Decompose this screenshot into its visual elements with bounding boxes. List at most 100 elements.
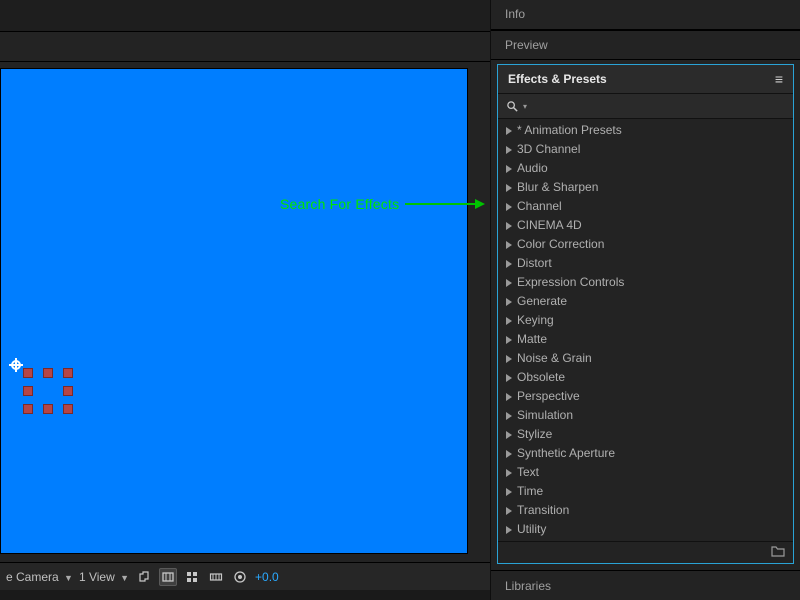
effects-category-list: * Animation Presets 3D Channel Audio Blur &…	[498, 119, 793, 541]
snapshot-icon[interactable]	[231, 568, 249, 586]
effects-category-item[interactable]: Perspective	[498, 387, 793, 406]
composition-canvas[interactable]	[0, 68, 468, 554]
effects-category-item[interactable]: 3D Channel	[498, 140, 793, 159]
top-bar	[0, 0, 490, 32]
effects-category-item[interactable]: Time	[498, 482, 793, 501]
effects-category-item[interactable]: Channel	[498, 197, 793, 216]
effects-category-item[interactable]: Keying	[498, 311, 793, 330]
effects-panel-title: Effects & Presets	[508, 72, 607, 86]
disclosure-triangle-icon[interactable]	[506, 488, 512, 496]
effects-category-item[interactable]: Audio	[498, 159, 793, 178]
disclosure-triangle-icon[interactable]	[506, 127, 512, 135]
effects-category-label: Transition	[517, 502, 569, 519]
effects-category-item[interactable]: Generate	[498, 292, 793, 311]
effects-category-label: Blur & Sharpen	[517, 179, 598, 196]
effects-search-input[interactable]	[527, 99, 785, 113]
disclosure-triangle-icon[interactable]	[506, 374, 512, 382]
effects-category-label: Text	[517, 464, 539, 481]
effects-category-label: Matte	[517, 331, 547, 348]
chevron-down-icon: ▼	[64, 573, 73, 583]
disclosure-triangle-icon[interactable]	[506, 317, 512, 325]
libraries-panel-header[interactable]: Libraries	[491, 570, 800, 600]
effects-category-item[interactable]: * Animation Presets	[498, 121, 793, 140]
composition-viewport[interactable]: Search For Effects	[0, 62, 490, 562]
effects-category-item[interactable]: Noise & Grain	[498, 349, 793, 368]
disclosure-triangle-icon[interactable]	[506, 336, 512, 344]
disclosure-triangle-icon[interactable]	[506, 431, 512, 439]
disclosure-triangle-icon[interactable]	[506, 279, 512, 287]
disclosure-triangle-icon[interactable]	[506, 507, 512, 515]
disclosure-triangle-icon[interactable]	[506, 241, 512, 249]
effects-category-item[interactable]: Matte	[498, 330, 793, 349]
effects-category-item[interactable]: Blur & Sharpen	[498, 178, 793, 197]
new-folder-icon[interactable]	[771, 545, 785, 560]
effects-search-row[interactable]: ▾	[498, 93, 793, 119]
timecode-icon[interactable]	[207, 568, 225, 586]
effects-category-label: Generate	[517, 293, 567, 310]
effects-category-item[interactable]: Obsolete	[498, 368, 793, 387]
effects-presets-panel: Effects & Presets ≡ ▾ * Animation Preset…	[497, 64, 794, 564]
effects-category-item[interactable]: Transition	[498, 501, 793, 520]
effects-category-label: Obsolete	[517, 369, 565, 386]
disclosure-triangle-icon[interactable]	[506, 298, 512, 306]
libraries-panel-title: Libraries	[505, 579, 551, 593]
disclosure-triangle-icon[interactable]	[506, 184, 512, 192]
disclosure-triangle-icon[interactable]	[506, 146, 512, 154]
effects-category-label: CINEMA 4D	[517, 217, 582, 234]
disclosure-triangle-icon[interactable]	[506, 260, 512, 268]
camera-label: e Camera	[6, 570, 59, 584]
camera-dropdown[interactable]: e Camera ▼	[6, 570, 73, 584]
effects-category-label: Expression Controls	[517, 274, 624, 291]
effects-category-label: Time	[517, 483, 543, 500]
exposure-value[interactable]: +0.0	[255, 570, 279, 584]
effects-category-item[interactable]: CINEMA 4D	[498, 216, 793, 235]
info-panel-title: Info	[505, 7, 525, 21]
effects-category-item[interactable]: Utility	[498, 520, 793, 539]
effects-category-label: * Animation Presets	[517, 122, 622, 139]
effects-category-item[interactable]: Stylize	[498, 425, 793, 444]
preview-panel-title: Preview	[505, 38, 548, 52]
disclosure-triangle-icon[interactable]	[506, 469, 512, 477]
effects-category-label: Channel	[517, 198, 562, 215]
effects-category-label: Utility	[517, 521, 546, 538]
effects-category-label: Distort	[517, 255, 552, 272]
effects-category-item[interactable]: Expression Controls	[498, 273, 793, 292]
panel-menu-icon[interactable]: ≡	[775, 71, 783, 87]
info-panel-header[interactable]: Info	[491, 0, 800, 30]
effects-category-item[interactable]: Simulation	[498, 406, 793, 425]
effects-category-label: Audio	[517, 160, 548, 177]
viewer-toolbar: e Camera ▼ 1 View ▼ +0.0	[0, 562, 490, 590]
preview-panel-header[interactable]: Preview	[491, 30, 800, 60]
effects-category-label: Perspective	[517, 388, 580, 405]
effects-panel-footer	[498, 541, 793, 563]
effects-category-item[interactable]: Synthetic Aperture	[498, 444, 793, 463]
pixel-aspect-icon[interactable]	[159, 568, 177, 586]
disclosure-triangle-icon[interactable]	[506, 412, 512, 420]
effects-category-label: Noise & Grain	[517, 350, 592, 367]
effects-category-label: Keying	[517, 312, 554, 329]
disclosure-triangle-icon[interactable]	[506, 450, 512, 458]
share-view-icon[interactable]	[135, 568, 153, 586]
fast-previews-icon[interactable]	[183, 568, 201, 586]
disclosure-triangle-icon[interactable]	[506, 222, 512, 230]
effects-category-item[interactable]: Distort	[498, 254, 793, 273]
effects-panel-titlebar[interactable]: Effects & Presets ≡	[498, 65, 793, 93]
disclosure-triangle-icon[interactable]	[506, 393, 512, 401]
view-count-dropdown[interactable]: 1 View ▼	[79, 570, 129, 584]
right-panel-stack: Info Preview Effects & Presets ≡ ▾ * Ani…	[490, 0, 800, 600]
disclosure-triangle-icon[interactable]	[506, 355, 512, 363]
disclosure-triangle-icon[interactable]	[506, 165, 512, 173]
disclosure-triangle-icon[interactable]	[506, 526, 512, 534]
effects-category-label: Simulation	[517, 407, 573, 424]
effects-category-label: 3D Channel	[517, 141, 580, 158]
bottom-spacer	[0, 590, 490, 600]
search-icon[interactable]	[506, 100, 519, 113]
disclosure-triangle-icon[interactable]	[506, 203, 512, 211]
effects-category-label: Color Correction	[517, 236, 604, 253]
effects-category-item[interactable]: Color Correction	[498, 235, 793, 254]
chevron-down-icon: ▼	[120, 573, 129, 583]
effects-category-item[interactable]: Text	[498, 463, 793, 482]
secondary-bar	[0, 32, 490, 62]
composition-pane: Search For Effects e Camera ▼ 1 View ▼ +…	[0, 0, 490, 600]
effects-category-label: Stylize	[517, 426, 552, 443]
